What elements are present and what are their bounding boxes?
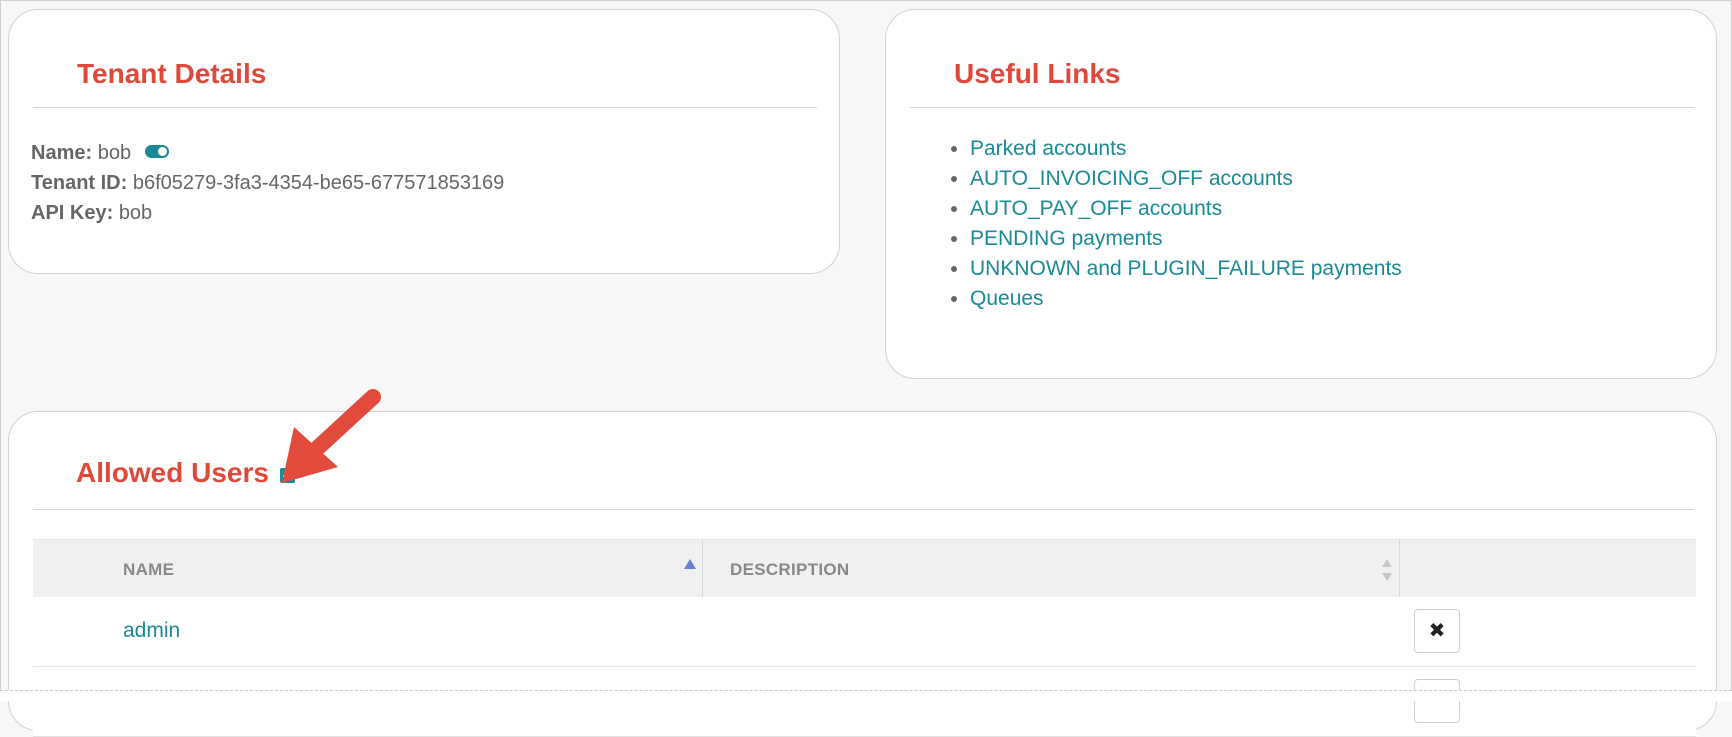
link-auto-invoicing-off[interactable]: AUTO_INVOICING_OFF accounts [970,167,1293,190]
tenant-details-title: Tenant Details [77,58,267,89]
useful-links-card: Useful Links Parked accounts AUTO_INVOIC… [885,9,1717,379]
list-item: AUTO_PAY_OFF accounts [970,194,1402,224]
api-key-row: API Key: bob [31,202,152,225]
sort-both-icon[interactable] [1380,558,1394,582]
link-pending-payments[interactable]: PENDING payments [970,227,1163,250]
list-item: AUTO_INVOICING_OFF accounts [970,164,1402,194]
useful-links-title: Useful Links [954,58,1121,89]
annotation-arrow-icon [282,389,381,483]
table-row [33,667,1696,737]
user-name-link[interactable]: admin [123,619,180,643]
allowed-users-card: Allowed Users NAME DESCRIPTION admin ✖ [8,411,1717,737]
link-auto-pay-off[interactable]: AUTO_PAY_OFF accounts [970,197,1222,220]
table-row: admin ✖ [33,597,1696,667]
list-item: Parked accounts [970,134,1402,164]
api-key-label: API Key: [31,202,114,224]
tenant-name-row: Name: bob [31,142,169,165]
link-unknown-plugin-failure[interactable]: UNKNOWN and PLUGIN_FAILURE payments [970,257,1402,280]
column-separator [1399,540,1400,597]
allowed-users-title: Allowed Users [76,457,269,488]
delete-user-button[interactable]: ✖ [1414,609,1460,653]
column-header-description[interactable]: DESCRIPTION [730,560,849,580]
api-key-value: bob [118,202,153,224]
tenant-id-label: Tenant ID: [31,172,128,194]
tenant-details-divider [33,107,817,108]
tenant-details-card: Tenant Details Name: bob Tenant ID: b6f0… [8,9,840,274]
tenant-name-label: Name: [31,142,93,164]
tenant-toggle-icon[interactable] [144,145,169,159]
allowed-users-divider [33,509,1694,510]
link-parked-accounts[interactable]: Parked accounts [970,137,1126,160]
users-table-header: NAME DESCRIPTION [33,539,1696,598]
column-header-name[interactable]: NAME [123,560,174,580]
list-item: PENDING payments [970,224,1402,254]
list-item: UNKNOWN and PLUGIN_FAILURE payments [970,254,1402,284]
torn-edge [0,690,1732,701]
tenant-id-value: b6f05279-3fa3-4354-be65-677571853169 [132,172,505,194]
list-item: Queues [970,284,1402,314]
useful-links-divider [910,107,1694,108]
tenant-id-row: Tenant ID: b6f05279-3fa3-4354-be65-67757… [31,172,504,195]
column-separator [702,540,703,597]
delete-user-button[interactable] [1414,679,1460,723]
tenant-name-value: bob [97,142,132,164]
sort-ascending-icon[interactable] [683,558,697,570]
link-queues[interactable]: Queues [970,287,1044,310]
useful-links-list: Parked accounts AUTO_INVOICING_OFF accou… [940,134,1402,314]
